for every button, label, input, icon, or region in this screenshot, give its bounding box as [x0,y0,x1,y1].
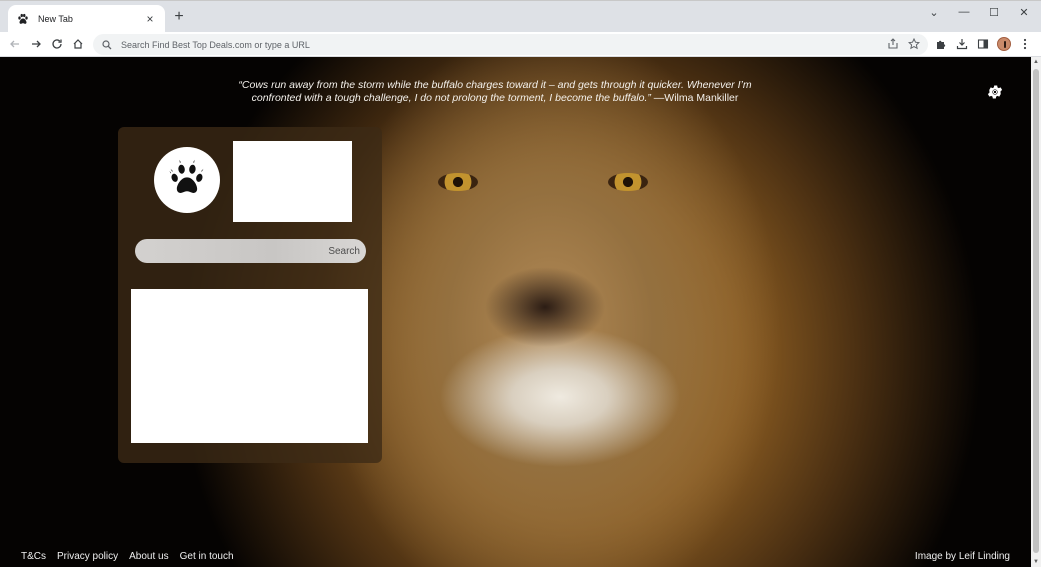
paw-logo-icon [154,147,220,213]
new-tab-page: “Cows run away from the storm while the … [0,57,1031,567]
back-button[interactable] [6,35,24,53]
download-icon[interactable] [953,35,971,53]
new-tab-button[interactable]: + [171,8,187,25]
tab-strip: New Tab × + ⌄ — ☐ ✕ [0,0,1041,33]
tab-new-tab[interactable]: New Tab × [8,5,165,33]
footer-link-about[interactable]: About us [129,551,168,562]
blank-widget-top [233,141,352,222]
quote-author: —Wilma Mankiller [650,91,739,104]
share-icon[interactable] [886,37,900,51]
search-button[interactable]: Search [328,246,366,257]
menu-kebab-icon[interactable] [1016,35,1034,53]
lion-eye-right [608,173,648,191]
reload-icon [52,39,62,49]
profile-button[interactable] [995,35,1013,53]
page-scrollbar[interactable]: ▲ ▼ [1031,57,1041,567]
lion-eye-left [438,173,478,191]
scroll-down-arrow-icon[interactable]: ▼ [1033,559,1039,565]
address-input[interactable]: Search Find Best Top Deals.com or type a… [121,40,928,50]
search-panel: Search [118,127,382,463]
settings-gear-icon[interactable] [986,83,1004,101]
browser-toolbar: Search Find Best Top Deals.com or type a… [0,32,1041,57]
tab-close-icon[interactable]: × [143,12,157,26]
home-button[interactable] [69,35,87,53]
footer-link-contact[interactable]: Get in touch [180,551,234,562]
forward-arrow-icon [32,40,41,48]
scroll-thumb[interactable] [1033,69,1039,553]
search-input[interactable] [135,239,329,263]
reload-button[interactable] [48,35,66,53]
bookmark-star-icon[interactable] [907,37,921,51]
forward-button[interactable] [27,35,45,53]
footer-link-terms[interactable]: T&Cs [21,551,46,562]
scroll-up-arrow-icon[interactable]: ▲ [1033,59,1039,65]
search-icon [101,39,113,51]
tab-search-chevron-icon[interactable]: ⌄ [923,5,945,19]
back-arrow-icon [10,40,19,48]
address-bar[interactable]: Search Find Best Top Deals.com or type a… [93,34,928,55]
tab-title: New Tab [38,14,73,24]
paw-icon [16,12,30,26]
image-credit[interactable]: Image by Leif Linding [915,551,1010,562]
search-bar: Search [135,239,366,263]
close-window-button[interactable]: ✕ [1013,5,1035,19]
home-icon [73,39,83,49]
blank-widget-bottom [131,289,368,443]
minimize-button[interactable]: — [953,5,975,19]
quote: “Cows run away from the storm while the … [230,79,760,104]
footer-link-privacy[interactable]: Privacy policy [57,551,118,562]
footer-links: T&Cs Privacy policy About us Get in touc… [21,551,245,562]
avatar [997,37,1011,51]
maximize-button[interactable]: ☐ [983,5,1005,19]
side-panel-icon[interactable] [974,35,992,53]
extensions-puzzle-icon[interactable] [932,35,950,53]
